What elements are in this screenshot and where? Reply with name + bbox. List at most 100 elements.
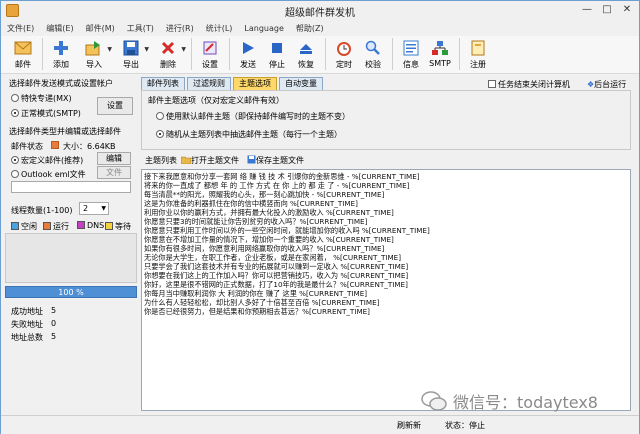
subject-line: 你是否已经很努力，但是结果和你预期相去甚远？%[CURRENT_TIME] <box>144 307 370 316</box>
file-button[interactable]: 文件 <box>97 166 131 179</box>
tab-bar: 邮件列表 过滤规则 主题选项 自动变量 <box>141 77 325 90</box>
wechat-icon <box>421 391 447 411</box>
minimize-button[interactable]: — <box>579 3 595 17</box>
app-icon <box>6 4 19 17</box>
subject-line: 只要学会了我们这套技术并有专业的拓展就可以赚到一定收入 %[CURRENT_TI… <box>144 262 409 271</box>
subject-line: 无论你是大学生，在职工作者，企业老板，或是在家闲着， %[CURRENT_TIM… <box>144 253 402 262</box>
settings-account-button[interactable]: 设置 <box>97 97 133 115</box>
tab-mail-list[interactable]: 邮件列表 <box>141 77 185 90</box>
random-subject-radio[interactable]: 随机从主题列表中抽选邮件主题（每行一个主题） <box>156 129 342 140</box>
info-button[interactable]: 信息 <box>397 36 425 72</box>
import-dropdown-icon[interactable]: ▼ <box>107 46 112 53</box>
mail-icon <box>14 41 32 55</box>
subject-list-textarea[interactable]: 接下来我愿意和你分享一套网 络 赚 钱 技 术 引爆你的金新思维 - %[CUR… <box>141 169 631 411</box>
info-icon <box>403 40 419 56</box>
toolbar-separator <box>42 38 43 70</box>
type-outlook-radio[interactable]: Outlook eml文件 <box>11 169 86 180</box>
open-file-button[interactable]: 打开主题文件 <box>180 155 243 166</box>
menu-edit[interactable]: 编辑(E) <box>46 23 73 34</box>
legend-dns: DNS <box>77 221 104 230</box>
subject-line: 这是为你准备的利器抓住在你的信中横竖而向 %[CURRENT_TIME] <box>144 199 358 208</box>
resume-icon <box>300 44 312 54</box>
menu-help[interactable]: 帮助(Z) <box>296 23 324 34</box>
resume-button[interactable]: 恢复 <box>292 36 320 72</box>
delete-icon <box>161 41 175 55</box>
eml-file-path-input[interactable] <box>11 181 131 193</box>
maximize-button[interactable]: □ <box>599 3 615 17</box>
settings-button[interactable]: 设置 <box>196 36 224 72</box>
menu-bar: 文件(E) 编辑(E) 邮件(M) 工具(T) 进行(R) 统计(L) Lang… <box>1 21 639 35</box>
mode-title: 选择邮件发送模式或设置帐户 <box>9 79 113 88</box>
default-subject-radio[interactable]: 使用默认邮件主题（即保持邮件编写时的主题不变） <box>156 111 350 122</box>
legend-waiting: 等待 <box>105 221 131 232</box>
subject-line: 你每月当中赚取利润你 大 利润的你在 赚了 这里 %[CURRENT_TIME] <box>144 289 368 298</box>
legend-running: 运行 <box>43 221 69 232</box>
status-bar: 刷新新 状态：停止 <box>1 415 639 434</box>
import-icon <box>85 41 100 56</box>
stop-button[interactable]: 停止 <box>263 36 291 72</box>
menu-stats[interactable]: 统计(L) <box>206 23 233 34</box>
subject-list-label: 主题列表 <box>145 155 177 165</box>
mail-button[interactable]: 邮件 <box>9 36 37 72</box>
type-title: 选择邮件类型并编辑或选择邮件 <box>9 127 121 136</box>
subject-line: 如果你有很多时间，你愿意利用网络赢取你的收入吗？%[CURRENT_TIME] <box>144 244 385 253</box>
toolbar-separator <box>229 38 230 70</box>
tab-auto-variables[interactable]: 自动变量 <box>279 77 323 90</box>
subject-line: 将来的你一直成了 都想 年 的 工作 方式 在 你 上的 都 走 了 - %[C… <box>144 181 410 190</box>
save-icon <box>247 155 256 163</box>
subject-options-panel: 邮件主题选项（仅对宏定义邮件有效） 使用默认邮件主题（即保持邮件编写时的主题不变… <box>141 90 631 150</box>
subject-line: 你好，这里是很不错网的正式数据，打了10年的我是最什么？%[CURRENT_TI… <box>144 280 408 289</box>
send-icon <box>243 42 254 54</box>
tab-filter-rules[interactable]: 过滤规则 <box>187 77 231 90</box>
timer-icon <box>337 42 351 56</box>
export-dropdown-icon[interactable]: ▼ <box>144 46 149 53</box>
watermark: 微信号：todaytex8 <box>421 387 631 415</box>
menu-mail[interactable]: 邮件(M) <box>86 23 115 34</box>
panel-title: 邮件主题选项（仅对宏定义邮件有效） <box>148 96 284 105</box>
shutdown-after-task-checkbox[interactable]: 任务结束关闭计算机 <box>488 79 570 90</box>
save-file-button[interactable]: 保存主题文件 <box>247 155 308 166</box>
subject-line: 每当清晨**的阳光，照耀我的心头，那一刻心跳加快 - %[CURRENT_TIM… <box>144 190 385 199</box>
subject-toolbar: 主题列表 打开主题文件 保存主题文件 <box>145 153 312 167</box>
delete-button[interactable]: 删除 ▼ <box>150 36 186 72</box>
menu-file[interactable]: 文件(E) <box>7 23 34 34</box>
toolbar-separator <box>392 38 393 70</box>
edit-mail-button[interactable]: 编辑 <box>97 152 131 165</box>
close-button[interactable]: ✕ <box>619 3 635 17</box>
subject-line: 你想要在我们这上的工作加入吗？你可以把营销技巧，收入为 %[CURRENT_TI… <box>144 271 409 280</box>
add-button[interactable]: 添加 <box>47 36 75 72</box>
mode-normal-radio[interactable]: 正常模式(SMTP) <box>11 108 81 119</box>
toolbar-separator <box>459 38 460 70</box>
smtp-icon <box>432 41 448 55</box>
refresh-status: 刷新新 <box>397 421 421 430</box>
subject-line: 你愿意只要3的时间就能让你告别贫穷的收入吗？%[CURRENT_TIME] <box>144 217 368 226</box>
register-button[interactable]: 注册 <box>464 36 492 72</box>
type-macro-radio[interactable]: 宏定义邮件(推荐) <box>11 155 83 166</box>
mail-size: 大小：6.64KB <box>63 142 116 151</box>
smtp-button[interactable]: SMTP <box>426 36 454 72</box>
timer-button[interactable]: 定时 <box>330 36 358 72</box>
tab-subject-options[interactable]: 主题选项 <box>233 77 277 90</box>
subject-line: 为什么有人轻轻松松，却比别人多好了十倍甚至百倍 %[CURRENT_TIME] <box>144 298 380 307</box>
background-run-button[interactable]: ❖后台运行 <box>587 79 626 90</box>
success-count-label: 成功地址 <box>11 307 43 316</box>
send-button[interactable]: 发送 <box>234 36 262 72</box>
export-button[interactable]: 导出 ▼ <box>113 36 149 72</box>
mail-status-label: 邮件状态 <box>11 142 43 151</box>
import-button[interactable]: 导入 ▼ <box>76 36 112 72</box>
toolbar: 邮件 添加 导入 ▼ 导出 ▼ 删除 ▼ 设置 发送 停止 恢复 定时 校验 信… <box>1 36 639 74</box>
window-title: 超级邮件群发机 <box>285 7 355 19</box>
delete-dropdown-icon[interactable]: ▼ <box>181 46 186 53</box>
subject-line: 你愿意在不增加工作量的情况下，增加你一个重要的收入 %[CURRENT_TIME… <box>144 235 394 244</box>
failed-count: 0 <box>51 319 57 328</box>
register-icon <box>471 40 485 56</box>
thread-monitor <box>5 233 137 283</box>
menu-tools[interactable]: 工具(T) <box>127 23 154 34</box>
mode-fast-radio[interactable]: 特快专递(MX) <box>11 93 72 104</box>
success-count: 5 <box>51 306 57 315</box>
toolbar-separator <box>325 38 326 70</box>
verify-button[interactable]: 校验 <box>359 36 387 72</box>
menu-run[interactable]: 进行(R) <box>166 23 194 34</box>
menu-language[interactable]: Language <box>244 24 283 33</box>
threads-select[interactable]: 2 ▼ <box>79 202 109 215</box>
